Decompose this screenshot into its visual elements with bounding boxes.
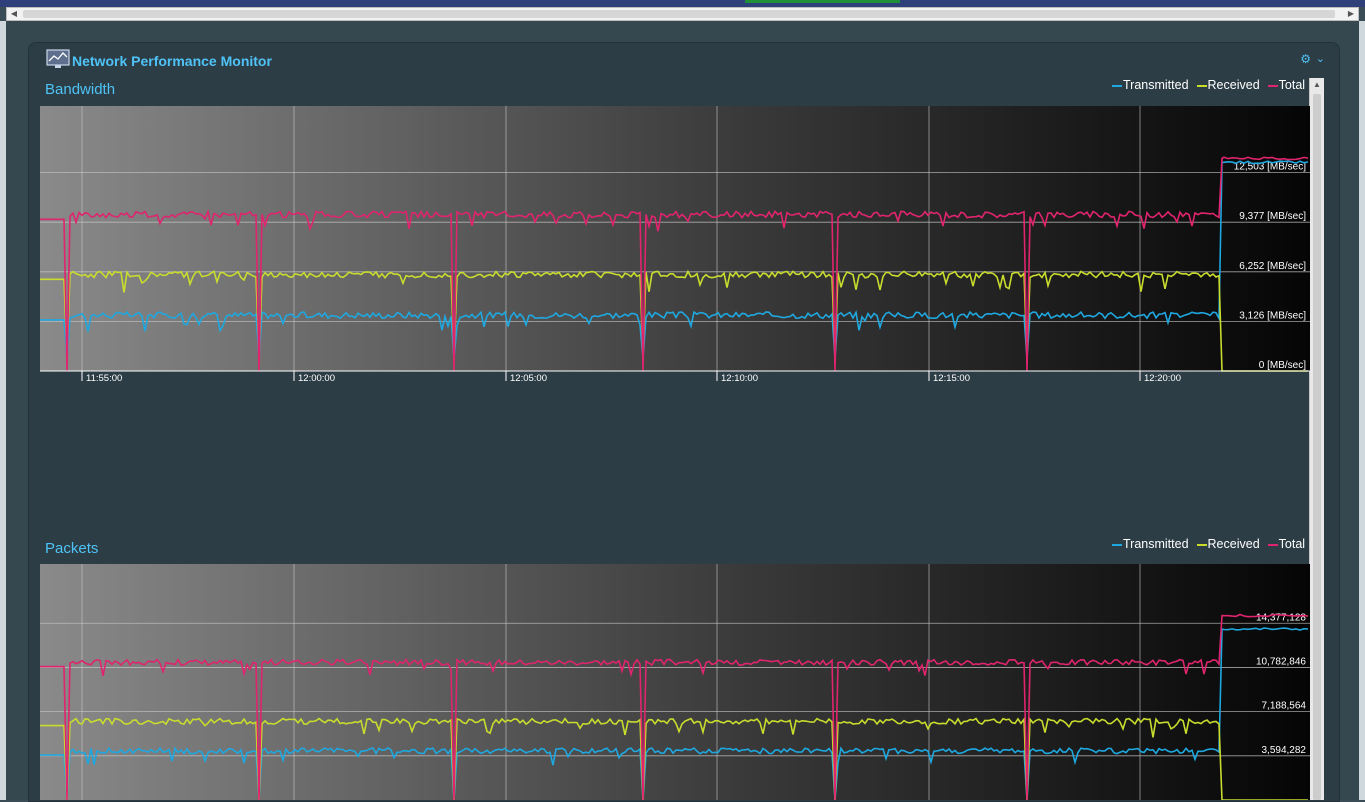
legend-transmitted[interactable]: Transmitted	[1112, 78, 1189, 92]
scroll-left-icon[interactable]: ◀	[7, 8, 21, 20]
chart-monitor-icon	[46, 49, 70, 68]
vertical-scroll-thumb[interactable]	[1313, 94, 1321, 800]
x-tick-label: 12:20:00	[1144, 373, 1181, 384]
y-tick-label: 3,126 [MB/sec]	[1239, 310, 1306, 321]
scroll-up-icon[interactable]: ▲	[1310, 78, 1324, 92]
legend-total[interactable]: Total	[1267, 537, 1305, 551]
legend-received[interactable]: Received	[1196, 78, 1260, 92]
legend-total[interactable]: Total	[1267, 78, 1305, 92]
chevron-down-icon[interactable]: ⌄	[1316, 52, 1325, 65]
packets-chart: 3,594,282 7,188,564 10,782,846 14,377,128	[40, 564, 1310, 800]
x-tick-label: 12:05:00	[510, 373, 547, 384]
widget-title: Network Performance Monitor	[72, 53, 272, 69]
horizontal-scroll-thumb[interactable]	[23, 10, 1335, 18]
top-bar-accent	[745, 0, 900, 3]
plot-background	[40, 564, 1310, 800]
legend-received[interactable]: Received	[1196, 537, 1260, 551]
frame-right	[1359, 21, 1365, 800]
x-tick-label: 11:55:00	[86, 373, 122, 384]
legend-transmitted[interactable]: Transmitted	[1112, 537, 1189, 551]
plot-background	[40, 106, 1310, 371]
y-tick-label: 6,252 [MB/sec]	[1239, 261, 1306, 272]
x-tick-label: 12:00:00	[298, 373, 335, 384]
gear-icon[interactable]: ⚙	[1300, 52, 1311, 66]
y-tick-label: 9,377 [MB/sec]	[1239, 211, 1306, 222]
horizontal-scrollbar[interactable]: ◀ ▶	[6, 7, 1359, 21]
packets-title: Packets	[45, 540, 99, 557]
top-bar	[0, 0, 1365, 7]
scroll-right-icon[interactable]: ▶	[1344, 8, 1358, 20]
bandwidth-chart: 0 [MB/sec] 3,126 [MB/sec] 6,252 [MB/sec] 9,…	[40, 106, 1310, 384]
y-tick-label: 14,377,128	[1256, 612, 1306, 623]
packets-legend: Transmitted Received Total	[1104, 537, 1305, 551]
vertical-scrollbar[interactable]: ▲	[1309, 78, 1324, 800]
bandwidth-legend: Transmitted Received Total	[1104, 78, 1305, 92]
y-tick-label: 3,594,282	[1262, 745, 1307, 756]
y-tick-label: 7,188,564	[1262, 701, 1307, 712]
widget-header: Network Performance Monitor ⚙ ⌄	[29, 43, 1339, 75]
bandwidth-title: Bandwidth	[45, 81, 116, 98]
x-tick-label: 12:10:00	[721, 373, 758, 384]
y-tick-label: 0 [MB/sec]	[1259, 360, 1306, 371]
y-tick-label: 10,782,846	[1256, 656, 1306, 667]
x-tick-label: 12:15:00	[933, 373, 970, 384]
